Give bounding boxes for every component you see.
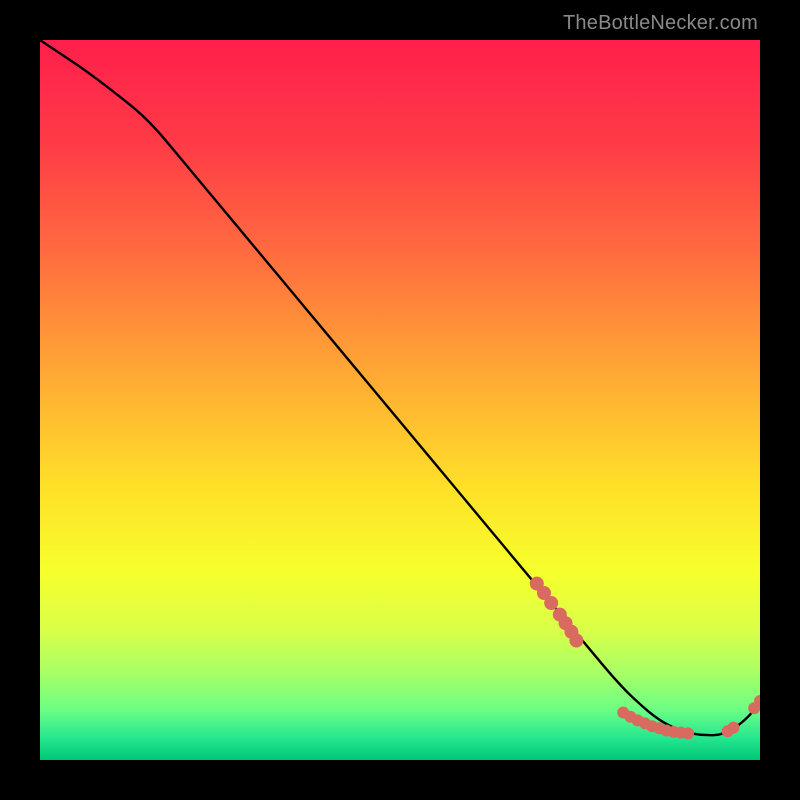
data-point — [569, 634, 583, 648]
chart-svg — [40, 40, 760, 760]
gradient-background — [40, 40, 760, 760]
data-point — [544, 596, 558, 610]
data-point — [727, 722, 739, 734]
plot-area — [40, 40, 760, 760]
data-point — [682, 727, 694, 739]
chart-frame: TheBottleNecker.com — [0, 0, 800, 800]
watermark-text: TheBottleNecker.com — [563, 12, 758, 35]
